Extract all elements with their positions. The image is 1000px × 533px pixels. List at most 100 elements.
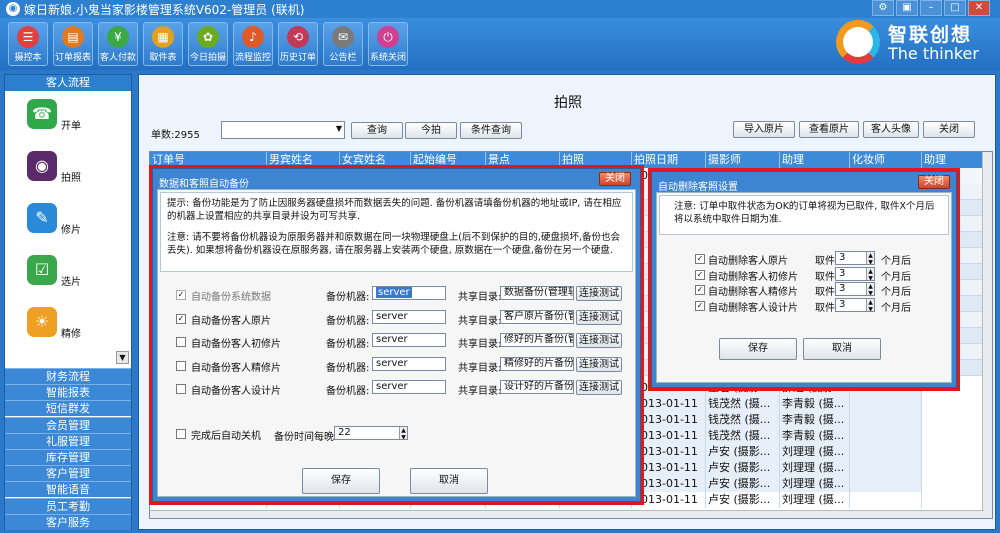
logo-cn: 智联创想 [888, 24, 973, 46]
toolbar-icon-5: ♪ [242, 26, 264, 48]
close-main-button[interactable]: 关闭 [923, 121, 975, 138]
today-button[interactable]: 今拍 [405, 122, 457, 139]
toolbar-icon-0: ☰ [17, 26, 39, 48]
spinner-icon[interactable]: ▲ ▼ [866, 252, 874, 264]
backup-share-input-4[interactable]: 设计好的片备份(管理软件) [500, 380, 574, 394]
sidebar-icon-0: ☎ [27, 99, 57, 129]
delete-checkbox-1[interactable]: ✓ [695, 269, 705, 280]
column-header-9[interactable]: 化妆师 [850, 152, 922, 168]
delete-months-input-0[interactable]: 3 ▲ ▼ [835, 251, 875, 265]
sidebar-category-1[interactable]: 智能报表 [5, 384, 131, 401]
toolbar-button-2[interactable]: ¥ 客人付款 [98, 22, 138, 66]
sidebar-item-partial[interactable] [5, 351, 117, 365]
toolbar-button-5[interactable]: ♪ 流程监控 [233, 22, 273, 66]
toolbar-icon-8: ⏻ [377, 26, 399, 48]
maximize-icon[interactable]: □ [944, 0, 966, 16]
delete-close-button[interactable]: 关闭 [918, 175, 950, 189]
connection-test-button-4[interactable]: 连接测试 [576, 380, 622, 395]
spinner-icon[interactable]: ▲ ▼ [866, 283, 874, 295]
backup-machine-input-1[interactable]: server [372, 309, 446, 324]
table-cell: 刘理理 (摄... [780, 476, 850, 492]
sidebar-item-label: 修片 [61, 225, 81, 236]
delete-months-input-3[interactable]: 3 ▲ ▼ [835, 297, 875, 312]
delete-checkbox-2[interactable]: ✓ [695, 285, 705, 295]
sidebar-header[interactable]: 客人流程 [5, 75, 131, 91]
connection-test-button-0[interactable]: 连接测试 [576, 286, 622, 301]
backup-checkbox-1[interactable]: ✓ [176, 313, 186, 324]
sidebar-category-7[interactable]: 智能语音 [5, 481, 131, 498]
backup-note: 提示: 备份功能是为了防止因服务器硬盘损坏而数据丢失的问题. 备份机器请填备份机… [160, 192, 633, 272]
sidebar-category-6[interactable]: 客户管理 [5, 465, 131, 482]
delete-cancel-button[interactable]: 取消 [803, 338, 881, 360]
toolbar-button-1[interactable]: ▤ 订单报表 [53, 22, 93, 66]
connection-test-button-3[interactable]: 连接测试 [576, 356, 622, 372]
backup-share-input-1[interactable]: 客户原片备份(管理软件) [500, 309, 574, 324]
import-raw-button[interactable]: 导入原片 [733, 121, 795, 138]
sidebar-category-0[interactable]: 财务流程 [5, 368, 131, 384]
backup-close-button[interactable]: 关闭 [599, 172, 631, 186]
backup-machine-input-3[interactable]: server [372, 356, 446, 371]
close-icon[interactable]: ✕ [968, 0, 990, 16]
backup-save-button[interactable]: 保存 [302, 468, 380, 494]
sidebar-item-3[interactable]: ☑ 选片 [5, 255, 117, 305]
backup-checkbox-3[interactable] [176, 360, 186, 371]
backup-checkbox-4[interactable] [176, 384, 186, 394]
spinner-icon[interactable]: ▲ ▼ [866, 267, 874, 280]
delete-months-input-2[interactable]: 3 ▲ ▼ [835, 282, 875, 296]
toolbar-button-7[interactable]: ✉ 公告栏 [323, 22, 363, 66]
backup-share-input-3[interactable]: 精修好的片备份(管理软件) [500, 356, 574, 371]
toolbar-button-8[interactable]: ⏻ 系统关闭 [368, 22, 408, 66]
shirt-icon[interactable]: ▣ [896, 0, 918, 16]
sidebar-item-0[interactable]: ☎ 开单 [5, 99, 117, 149]
spinner-icon[interactable]: ▲ ▼ [399, 427, 407, 439]
backup-machine-input-2[interactable]: server [372, 333, 446, 347]
column-header-8[interactable]: 助理 [780, 152, 850, 168]
query-button[interactable]: 查询 [351, 122, 403, 139]
backup-checkbox-0[interactable]: ✓ [176, 290, 186, 300]
backup-share-input-0[interactable]: 数据备份(管理软件) [500, 286, 574, 300]
backup-machine-input-0[interactable]: server [372, 286, 446, 300]
backup-machine-input-4[interactable]: server [372, 380, 446, 394]
sidebar-category-8[interactable]: 员工考勤 [5, 497, 131, 514]
customer-avatar-button[interactable]: 客人头像 [863, 121, 919, 138]
table-cell [922, 492, 984, 508]
column-header-7[interactable]: 摄影师 [706, 152, 780, 168]
toolbar-button-3[interactable]: ▦ 取件表 [143, 22, 183, 66]
view-raw-button[interactable]: 查看原片 [799, 121, 859, 138]
delete-checkbox-0[interactable]: ✓ [695, 254, 705, 264]
settings-icon[interactable]: ⚙ [872, 0, 894, 16]
delete-save-button[interactable]: 保存 [719, 338, 797, 360]
toolbar-button-0[interactable]: ☰ 摄控本 [8, 22, 48, 66]
backup-share-input-2[interactable]: 修好的片备份(管理软件) [500, 333, 574, 347]
sidebar-item-4[interactable]: ☀ 精修 [5, 307, 117, 357]
backup-cancel-button[interactable]: 取消 [410, 468, 488, 494]
sidebar-item-2[interactable]: ✎ 修片 [5, 203, 117, 253]
connection-test-button-2[interactable]: 连接测试 [576, 333, 622, 348]
sidebar-category-4[interactable]: 礼服管理 [5, 432, 131, 449]
toolbar-button-6[interactable]: ⟲ 历史订单 [278, 22, 318, 66]
table-vertical-scrollbar[interactable] [982, 152, 992, 518]
sidebar-scroll-down-icon[interactable]: ▼ [116, 351, 129, 364]
delete-checkbox-3[interactable]: ✓ [695, 300, 705, 311]
table-cell: 李青毅 (摄... [780, 396, 850, 412]
connection-test-button-1[interactable]: 连接测试 [576, 309, 622, 325]
minimize-icon[interactable]: – [920, 0, 942, 16]
delete-months-input-1[interactable]: 3 ▲ ▼ [835, 266, 875, 281]
column-header-10[interactable]: 助理 [922, 152, 984, 168]
backup-label-3: 自动备份客人精修片 [191, 362, 281, 374]
toolbar-button-4[interactable]: ✿ 今日拍摄 [188, 22, 228, 66]
sidebar-category-9[interactable]: 客户服务 [5, 513, 131, 530]
spinner-icon[interactable]: ▲ ▼ [866, 298, 874, 311]
table-cell [922, 428, 984, 444]
sidebar-category-5[interactable]: 库存管理 [5, 449, 131, 465]
condition-query-button[interactable]: 条件查询 [460, 122, 522, 139]
sidebar-category-2[interactable]: 短信群发 [5, 400, 131, 417]
table-horizontal-scrollbar[interactable] [150, 510, 984, 518]
sidebar-item-1[interactable]: ◉ 拍照 [5, 151, 117, 201]
shutdown-checkbox[interactable] [176, 429, 186, 439]
toolbar-icon-3: ▦ [152, 26, 174, 48]
backup-time-input[interactable]: 22 ▲ ▼ [334, 426, 408, 440]
search-combo[interactable]: ▼ [221, 121, 345, 139]
sidebar-category-3[interactable]: 会员管理 [5, 416, 131, 433]
backup-checkbox-2[interactable] [176, 337, 186, 347]
